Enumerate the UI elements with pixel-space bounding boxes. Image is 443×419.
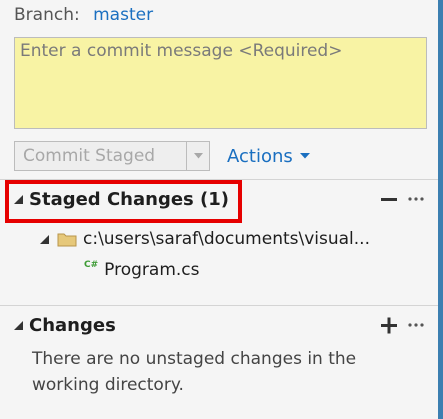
actions-menu[interactable]: Actions <box>227 146 310 167</box>
file-name: Program.cs <box>104 260 200 280</box>
stage-all-icon[interactable] <box>381 315 397 335</box>
chevron-down-icon <box>193 153 203 159</box>
section-divider <box>0 305 438 306</box>
branch-row: Branch: master <box>14 4 153 26</box>
csharp-file-icon: C# <box>84 260 99 270</box>
folder-icon <box>57 233 77 247</box>
branch-link[interactable]: master <box>93 5 153 25</box>
staged-folder-row[interactable]: c:\users\saraf\documents\visual... <box>40 229 370 249</box>
window-edge <box>438 0 443 419</box>
commit-toolbar: Commit Staged Actions <box>14 141 310 171</box>
staged-file-row[interactable]: C# Program.cs <box>84 260 200 280</box>
chevron-down-icon <box>299 153 310 159</box>
more-options-icon[interactable] <box>407 189 425 209</box>
highlight-box <box>5 180 242 223</box>
folder-path: c:\users\saraf\documents\visual... <box>83 229 370 249</box>
more-options-icon[interactable] <box>407 315 425 335</box>
commit-staged-button[interactable]: Commit Staged <box>14 141 187 171</box>
unstage-all-icon[interactable] <box>381 189 397 209</box>
commit-staged-label: Commit Staged <box>23 146 156 166</box>
changes-header[interactable]: Changes <box>14 315 116 336</box>
commit-message-placeholder: Enter a commit message <Required> <box>20 41 343 61</box>
changes-header-tools <box>381 315 425 335</box>
branch-label: Branch: <box>14 5 80 25</box>
team-explorer-changes-panel: Branch: master Enter a commit message <R… <box>0 0 439 419</box>
commit-dropdown-button[interactable] <box>187 141 210 171</box>
actions-label: Actions <box>227 145 293 167</box>
staged-header-tools <box>381 189 425 209</box>
commit-message-input[interactable]: Enter a commit message <Required> <box>14 37 427 129</box>
changes-title: Changes <box>29 315 116 336</box>
no-unstaged-changes-message: There are no unstaged changes in the wor… <box>32 349 357 395</box>
triangle-collapse-icon[interactable] <box>14 321 23 330</box>
triangle-collapse-icon[interactable] <box>40 234 49 244</box>
